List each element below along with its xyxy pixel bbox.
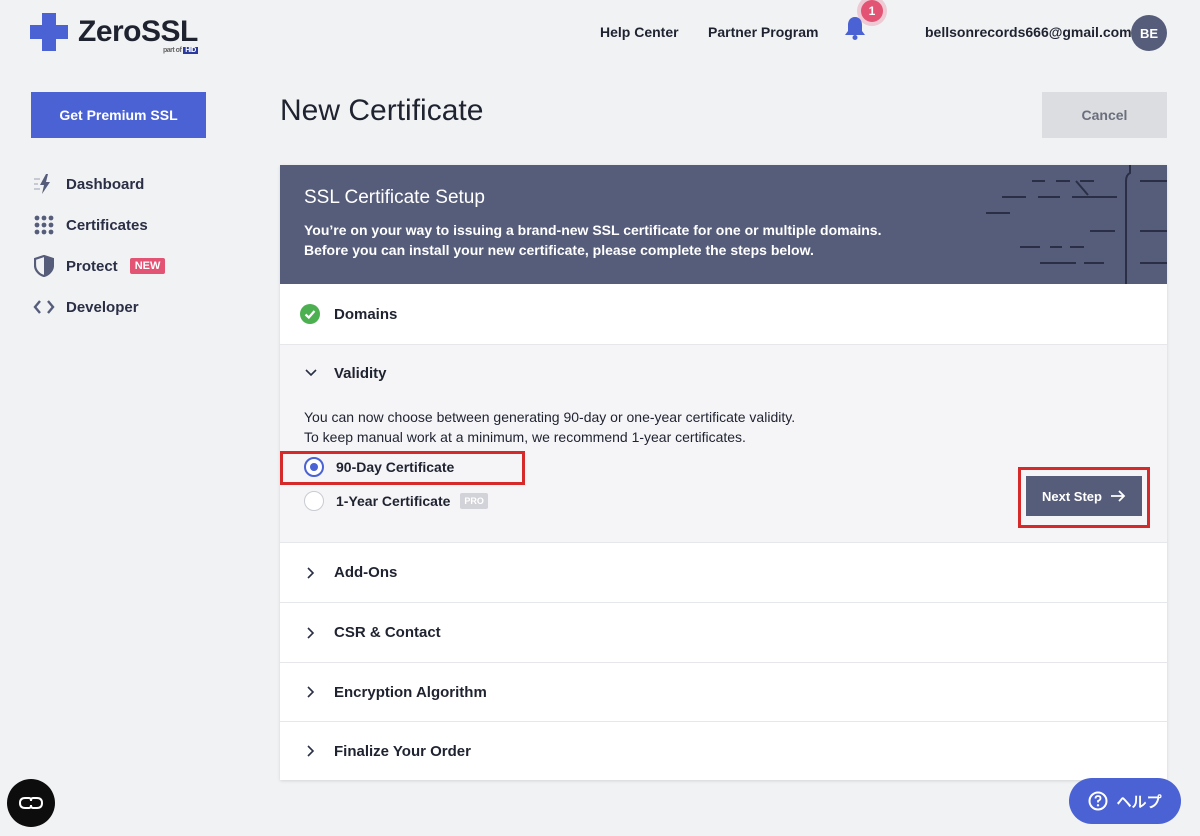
- user-email[interactable]: bellsonrecords666@gmail.com: [925, 24, 1132, 40]
- validity-description: You can now choose between generating 90…: [304, 409, 796, 445]
- sidebar-item-protect[interactable]: Protect NEW: [33, 255, 166, 277]
- lightning-icon: [33, 173, 55, 195]
- step-label: Add-Ons: [334, 564, 398, 581]
- sidebar-item-certificates[interactable]: Certificates: [33, 214, 148, 236]
- chevron-right-icon: [304, 566, 318, 580]
- radio-label: 1-Year Certificate: [336, 493, 451, 509]
- glasses-icon: [18, 797, 44, 809]
- step-label: CSR & Contact: [334, 624, 441, 641]
- chevron-right-icon: [304, 626, 318, 640]
- sidebar-item-dashboard[interactable]: Dashboard: [33, 173, 144, 195]
- step-label: Encryption Algorithm: [334, 683, 487, 701]
- logo-subtitle: part of HID: [163, 47, 198, 54]
- page-title: New Certificate: [280, 94, 484, 127]
- radio-1-year[interactable]: 1-Year Certificate PRO: [304, 491, 488, 511]
- card-intro: You’re on your way to issuing a brand-ne…: [304, 222, 882, 258]
- avatar[interactable]: BE: [1131, 15, 1167, 51]
- step-finalize-order[interactable]: Finalize Your Order: [280, 722, 1167, 780]
- get-premium-ssl-button[interactable]: Get Premium SSL: [31, 92, 206, 138]
- sidebar-item-label: Developer: [66, 298, 139, 316]
- notification-badge: 1: [861, 0, 883, 22]
- step-label: Validity: [334, 364, 387, 382]
- card-title: SSL Certificate Setup: [304, 187, 485, 208]
- help-button[interactable]: ヘルプ: [1069, 778, 1181, 824]
- sidebar-item-label: Dashboard: [66, 175, 145, 193]
- new-badge: NEW: [129, 258, 166, 274]
- sidebar-item-developer[interactable]: Developer: [33, 296, 139, 318]
- help-label: ヘルプ: [1116, 793, 1162, 811]
- chevron-right-icon: [304, 685, 318, 699]
- zerossl-logo[interactable]: ZeroSSL part of HID: [30, 13, 198, 54]
- sidebar-item-label: Certificates: [66, 216, 148, 234]
- certificate-setup-card: SSL Certificate Setup You’re on your way…: [280, 165, 1167, 780]
- code-brackets-icon: [33, 296, 55, 318]
- question-circle-icon: [1088, 791, 1108, 811]
- step-label: Finalize Your Order: [334, 742, 471, 760]
- arrow-right-icon: [1110, 490, 1126, 502]
- sidebar-item-label: Protect: [66, 257, 118, 275]
- card-header: SSL Certificate Setup You’re on your way…: [280, 165, 1167, 284]
- help-center-link[interactable]: Help Center: [600, 24, 679, 40]
- logo-mark-icon: [30, 13, 68, 51]
- shield-icon: [33, 255, 55, 277]
- logo-text: ZeroSSL part of HID: [78, 15, 198, 54]
- step-label: Domains: [334, 305, 398, 323]
- step-domains[interactable]: Domains: [280, 284, 1167, 345]
- highlight-box-90-day: [280, 451, 525, 485]
- grid-dots-icon: [33, 214, 55, 236]
- step-csr-contact[interactable]: CSR & Contact: [280, 603, 1167, 663]
- circuit-decoration-icon: [986, 165, 1167, 284]
- next-step-button[interactable]: Next Step: [1026, 476, 1142, 516]
- pro-badge: PRO: [460, 493, 488, 509]
- check-circle-icon: [300, 304, 320, 324]
- accessibility-button[interactable]: [7, 779, 55, 827]
- radio-unselected-icon[interactable]: [304, 491, 324, 511]
- partner-program-link[interactable]: Partner Program: [708, 24, 818, 40]
- step-validity[interactable]: Validity: [280, 345, 1167, 401]
- chevron-down-icon: [304, 366, 318, 380]
- step-encryption-algorithm[interactable]: Encryption Algorithm: [280, 663, 1167, 722]
- chevron-right-icon: [304, 744, 318, 758]
- step-addons[interactable]: Add-Ons: [280, 543, 1167, 603]
- cancel-button[interactable]: Cancel: [1042, 92, 1167, 138]
